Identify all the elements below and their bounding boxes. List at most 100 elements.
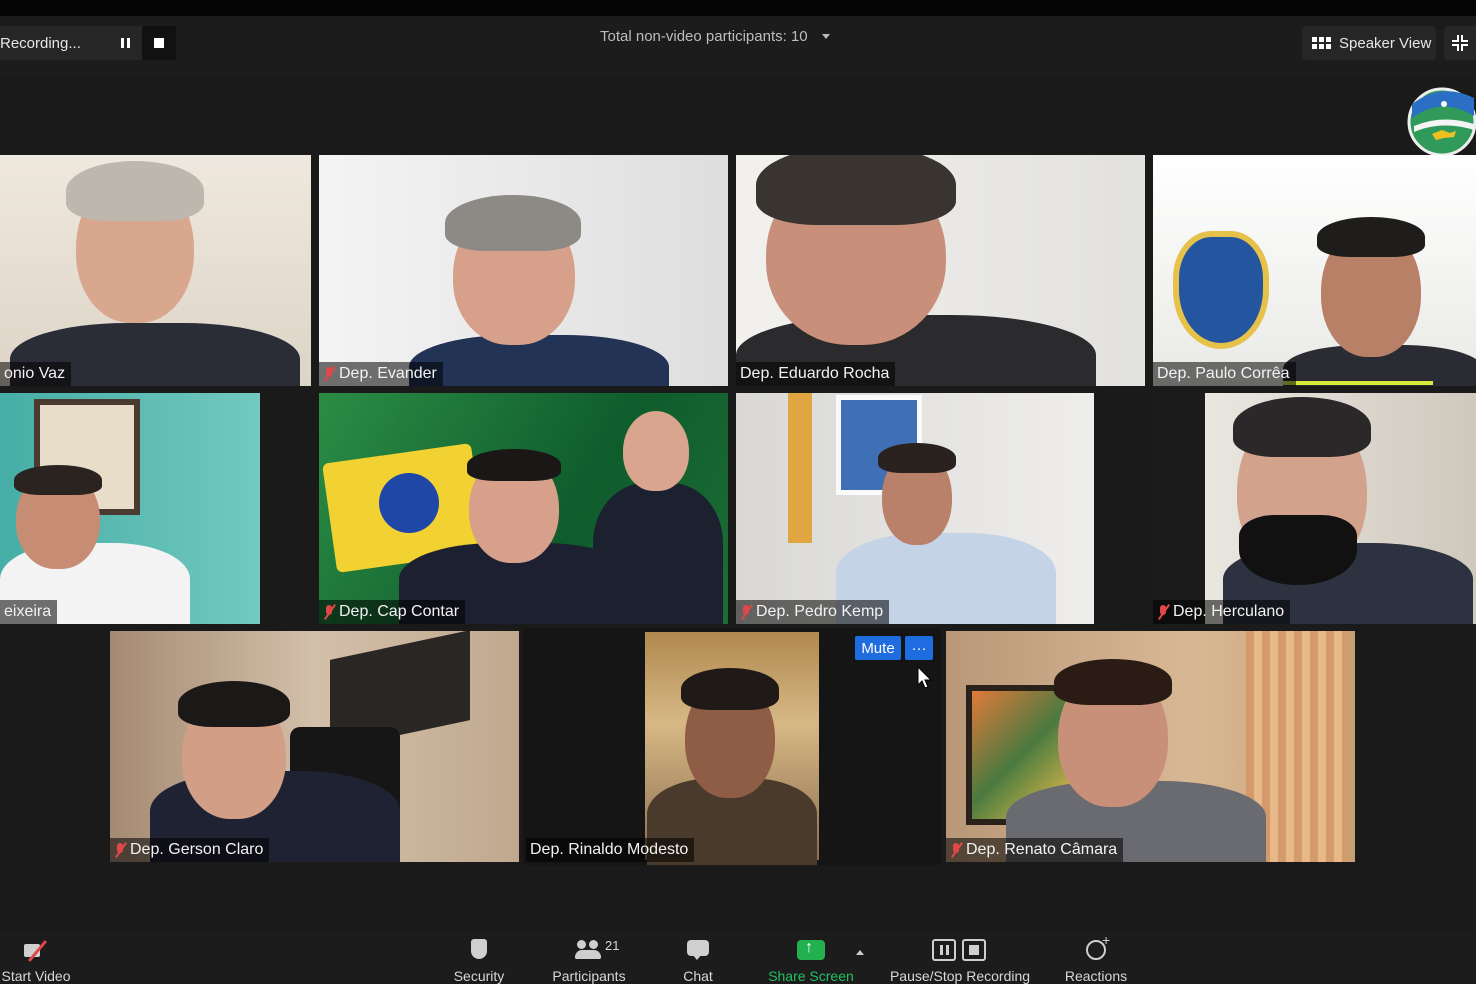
pause-stop-recording-label: Pause/Stop Recording xyxy=(889,968,1031,984)
flag-graphic-globe xyxy=(379,473,439,533)
participant-name: Dep. Rinaldo Modesto xyxy=(530,841,689,858)
background-figure-face xyxy=(623,411,689,491)
video-tile[interactable]: Dep. Renato Câmara xyxy=(946,631,1355,862)
reactions-button[interactable]: Reactions xyxy=(1060,932,1132,984)
participant-nameplate: Dep. Evander xyxy=(319,362,443,386)
mouse-cursor-icon xyxy=(917,666,933,689)
speaker-view-label: Speaker View xyxy=(1339,34,1432,52)
video-tile[interactable]: Dep. Pedro Kemp xyxy=(736,393,1094,624)
pause-stop-recording-icon xyxy=(932,938,988,962)
muted-mic-icon xyxy=(323,604,335,620)
participant-hair xyxy=(467,449,561,481)
participant-name: Dep. Cap Contar xyxy=(339,603,460,620)
participant-nameplate: Dep. Cap Contar xyxy=(319,600,466,624)
video-tile[interactable]: Dep. Eduardo Rocha xyxy=(736,155,1145,386)
start-video-button[interactable]: Start Video xyxy=(0,938,72,984)
pause-icon xyxy=(120,38,130,48)
recording-label: Recording... xyxy=(0,34,81,52)
view-grid-icon xyxy=(1312,37,1331,49)
participant-hair xyxy=(681,668,779,710)
muted-mic-icon xyxy=(740,604,752,620)
pause-recording-button[interactable] xyxy=(108,26,142,60)
participant-name: Dep. Renato Câmara xyxy=(966,841,1118,858)
video-tile[interactable]: Dep. Paulo Corrêa xyxy=(1153,155,1476,386)
smiley-plus-icon xyxy=(1082,932,1110,962)
participant-hair xyxy=(1233,397,1371,457)
chat-icon xyxy=(684,938,712,962)
participant-hair xyxy=(66,161,204,221)
participant-name: eixeira xyxy=(4,603,52,620)
participant-nameplate: Dep. Renato Câmara xyxy=(946,838,1124,862)
participant-nameplate: Dep. Rinaldo Modesto xyxy=(526,838,695,862)
participant-hair xyxy=(878,443,956,473)
participant-nameplate: onio Vaz xyxy=(0,362,72,386)
share-options-caret-icon[interactable] xyxy=(856,950,864,955)
participant-hair xyxy=(445,195,581,251)
share-screen-icon xyxy=(797,938,825,962)
video-tile[interactable]: Dep. Gerson Claro xyxy=(110,631,519,862)
more-options-button[interactable]: ··· xyxy=(905,636,933,660)
video-off-icon xyxy=(22,938,50,962)
participant-name: Dep. Paulo Corrêa xyxy=(1157,365,1290,382)
participant-nameplate: Dep. Gerson Claro xyxy=(110,838,270,862)
participant-nameplate: Dep. Pedro Kemp xyxy=(736,600,890,624)
muted-mic-icon xyxy=(950,842,962,858)
participants-count: 21 xyxy=(605,938,620,953)
participant-nameplate: Dep. Eduardo Rocha xyxy=(736,362,896,386)
start-video-label: Start Video xyxy=(1,968,71,984)
participant-hair xyxy=(1054,659,1172,705)
video-tile-active[interactable]: Mute ··· Dep. Rinaldo Modesto xyxy=(523,628,941,865)
participants-label: Participants xyxy=(552,968,626,984)
pause-stop-recording-button[interactable]: Pause/Stop Recording xyxy=(882,938,1038,984)
speaker-view-button[interactable]: Speaker View xyxy=(1302,26,1436,60)
security-button[interactable]: Security xyxy=(446,938,512,984)
tv-channel-logo xyxy=(1407,87,1476,157)
exit-fullscreen-icon xyxy=(1452,35,1468,51)
participants-icon: 21 xyxy=(575,938,619,962)
participant-hair xyxy=(178,681,290,727)
participant-nameplate: Dep. Paulo Corrêa xyxy=(1153,362,1296,386)
participant-name: Dep. Eduardo Rocha xyxy=(740,365,890,382)
video-tile[interactable]: Dep. Evander xyxy=(319,155,728,386)
meeting-toolbar xyxy=(0,930,1476,984)
yellow-curtain xyxy=(788,393,812,543)
active-speaker-bar xyxy=(1283,381,1433,385)
non-video-participants-label: Total non-video participants: 10 xyxy=(600,28,808,45)
participant-body xyxy=(409,335,669,386)
shield-icon xyxy=(465,938,493,962)
non-video-participants-dropdown[interactable]: Total non-video participants: 10 xyxy=(600,28,880,45)
share-screen-label: Share Screen xyxy=(768,968,854,984)
mute-participant-button[interactable]: Mute xyxy=(855,636,901,660)
participants-button[interactable]: 21 Participants xyxy=(548,938,630,984)
video-tile[interactable]: Dep. Cap Contar xyxy=(319,393,728,624)
assembly-crest xyxy=(1173,231,1269,349)
muted-mic-icon xyxy=(323,366,335,382)
chat-button[interactable]: Chat xyxy=(672,938,724,984)
participant-name: onio Vaz xyxy=(4,365,66,382)
face-mask xyxy=(1239,515,1357,585)
banner-hashtag xyxy=(335,405,465,435)
video-tile[interactable]: Dep. Herculano xyxy=(1153,393,1476,624)
participant-name: Dep. Gerson Claro xyxy=(130,841,264,858)
muted-mic-icon xyxy=(114,842,126,858)
video-tile[interactable]: eixeira xyxy=(0,393,260,624)
video-tile[interactable]: onio Vaz xyxy=(0,155,311,386)
participant-nameplate: eixeira xyxy=(0,600,58,624)
reactions-label: Reactions xyxy=(1064,968,1128,984)
recording-indicator: Recording... xyxy=(0,26,176,60)
chevron-down-icon xyxy=(821,34,830,39)
participant-name: Dep. Pedro Kemp xyxy=(756,603,884,620)
participant-name: Dep. Evander xyxy=(339,365,437,382)
stop-icon xyxy=(154,38,164,48)
participant-hair xyxy=(1317,217,1425,257)
participant-name: Dep. Herculano xyxy=(1173,603,1285,620)
window-top-strip xyxy=(0,0,1476,16)
share-screen-button[interactable]: Share Screen xyxy=(764,938,858,984)
exit-fullscreen-button[interactable] xyxy=(1444,26,1476,60)
chat-label: Chat xyxy=(683,968,713,984)
participant-hair xyxy=(756,155,956,225)
meeting-top-bar xyxy=(0,16,1476,74)
muted-mic-icon xyxy=(1157,604,1169,620)
participant-nameplate: Dep. Herculano xyxy=(1153,600,1291,624)
stop-recording-button[interactable] xyxy=(142,26,176,60)
